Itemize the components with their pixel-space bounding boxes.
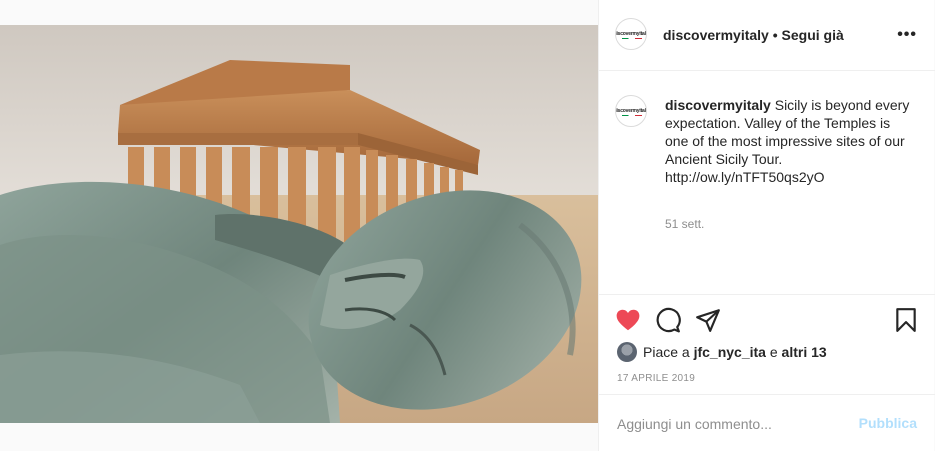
other-likers-link[interactable]: altri 13 xyxy=(782,344,827,360)
avatar-logo: discovermyitaly xyxy=(615,108,647,114)
post-time-ago[interactable]: 51 sett. xyxy=(665,217,704,231)
liker-username[interactable]: jfc_nyc_ita xyxy=(694,344,766,360)
comment-input[interactable] xyxy=(615,409,849,439)
avatar-logo: discovermyitaly xyxy=(615,31,647,37)
caption-block: discovermyitaly discovermyitaly Sicily i… xyxy=(599,71,935,294)
post-date[interactable]: 17 APRILE 2019 xyxy=(617,373,695,384)
comment-bubble-icon[interactable] xyxy=(655,307,681,333)
caption-username[interactable]: discovermyitaly xyxy=(665,97,771,113)
post-sidebar: discovermyitaly discovermyitaly • Segui … xyxy=(598,0,935,451)
paper-plane-icon[interactable] xyxy=(695,307,721,333)
caption-avatar[interactable]: discovermyitaly xyxy=(615,95,647,127)
bookmark-icon[interactable] xyxy=(893,307,919,333)
italy-flag-stripe xyxy=(622,115,642,116)
comment-bar: Pubblica xyxy=(599,394,935,451)
likes-joiner: e xyxy=(769,344,778,360)
post-header: discovermyitaly discovermyitaly • Segui … xyxy=(599,0,935,71)
temple-statue-photo xyxy=(0,25,598,423)
liker-avatar[interactable] xyxy=(617,342,637,362)
publish-button[interactable]: Pubblica xyxy=(859,415,917,431)
post-caption: discovermyitaly Sicily is beyond every e… xyxy=(665,96,915,186)
italy-flag-stripe xyxy=(622,38,642,39)
action-bar xyxy=(599,294,935,342)
author-avatar[interactable]: discovermyitaly xyxy=(615,18,647,50)
post-image[interactable] xyxy=(0,25,598,423)
likes-prefix: Piace a xyxy=(643,344,690,360)
more-options-icon[interactable]: ••• xyxy=(897,26,917,44)
likes-text: Piace a jfc_nyc_ita e altri 13 xyxy=(643,344,827,360)
heart-filled-icon[interactable] xyxy=(615,307,641,333)
author-and-follow-status[interactable]: discovermyitaly • Segui già xyxy=(663,27,844,43)
